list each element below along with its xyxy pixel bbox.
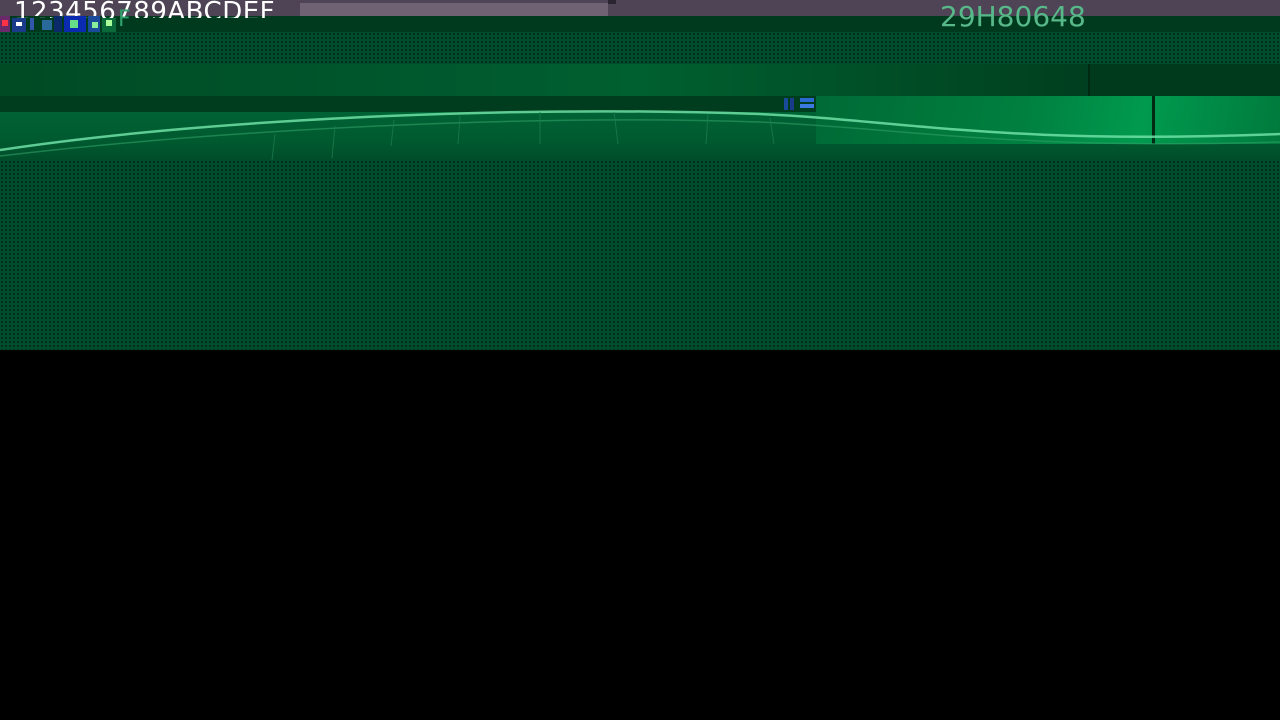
wave-decoration	[0, 110, 1280, 161]
hex-id-label: 29H80648	[940, 2, 1086, 32]
corrupted-mark-icon	[784, 98, 814, 110]
glitch-letter: F	[118, 7, 131, 32]
top-bar-notch	[608, 0, 616, 4]
top-bar-highlight	[300, 3, 608, 16]
